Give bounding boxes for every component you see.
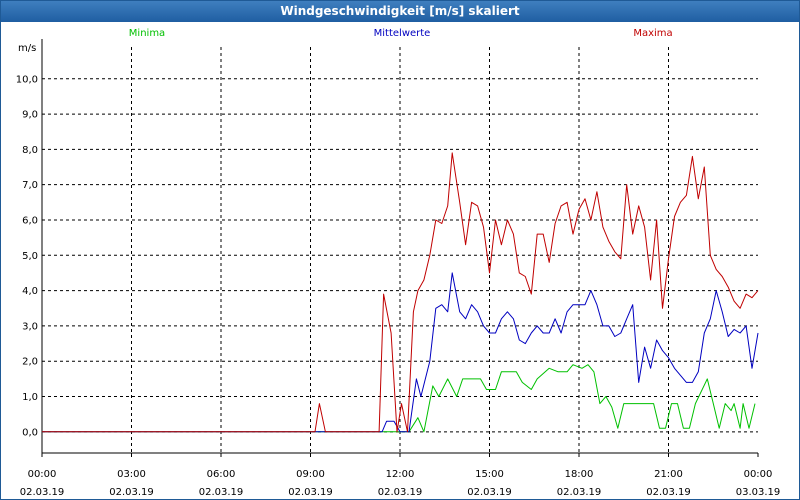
x-tick-label-date: 02.03.19 <box>199 487 244 498</box>
wind-speed-chart: 0,0 1,0 2,0 3,0 4,0 5,0 6,0 7,0 8,0 9,0 10,0 00:00 0… <box>1 23 799 499</box>
x-tick-label-time: 00:00 <box>744 469 773 480</box>
x-tick-label-date: 02.03.19 <box>288 487 333 498</box>
x-tick-label-date: 02.03.19 <box>378 487 423 498</box>
y-axis-label: m/s <box>18 43 36 54</box>
x-tick-label-date: 02.03.19 <box>646 487 691 498</box>
legend-label-mittelwerte: Mittelwerte <box>374 28 431 39</box>
x-tick-label-time: 06:00 <box>207 469 236 480</box>
legend-label-maxima: Maxima <box>633 28 672 39</box>
x-tick-label-time: 00:00 <box>28 469 57 480</box>
y-tick-label: 3,0 <box>22 321 38 332</box>
x-tick-label-date: 02.03.19 <box>467 487 512 498</box>
x-tick-label-date: 02.03.19 <box>20 487 65 498</box>
x-tick-label-time: 03:00 <box>117 469 146 480</box>
y-tick-label: 2,0 <box>22 357 38 368</box>
x-tick-label-date: 03.03.19 <box>736 487 781 498</box>
y-tick-label: 5,0 <box>22 251 38 262</box>
y-tick-label: 9,0 <box>22 110 38 121</box>
y-tick-label: 8,0 <box>22 145 38 156</box>
chart-window: Windgeschwindigkeit [m/s] skaliert 0,0 1,… <box>0 0 800 500</box>
x-tick-label-time: 09:00 <box>296 469 325 480</box>
x-tick-label-time: 12:00 <box>386 469 415 480</box>
x-tick-label-time: 18:00 <box>565 469 594 480</box>
x-tick-label-time: 21:00 <box>654 469 683 480</box>
y-tick-label: 4,0 <box>22 286 38 297</box>
x-tick-label-date: 02.03.19 <box>557 487 602 498</box>
y-tick-label: 1,0 <box>22 392 38 403</box>
x-tick-label-time: 15:00 <box>475 469 504 480</box>
y-tick-label: 6,0 <box>22 215 38 226</box>
legend-label-minima: Minima <box>129 28 165 39</box>
x-tick-label-date: 02.03.19 <box>109 487 154 498</box>
y-tick-label: 0,0 <box>22 427 38 438</box>
y-tick-label: 7,0 <box>22 180 38 191</box>
chart-title: Windgeschwindigkeit [m/s] skaliert <box>1 1 799 22</box>
y-tick-label: 10,0 <box>16 74 38 85</box>
